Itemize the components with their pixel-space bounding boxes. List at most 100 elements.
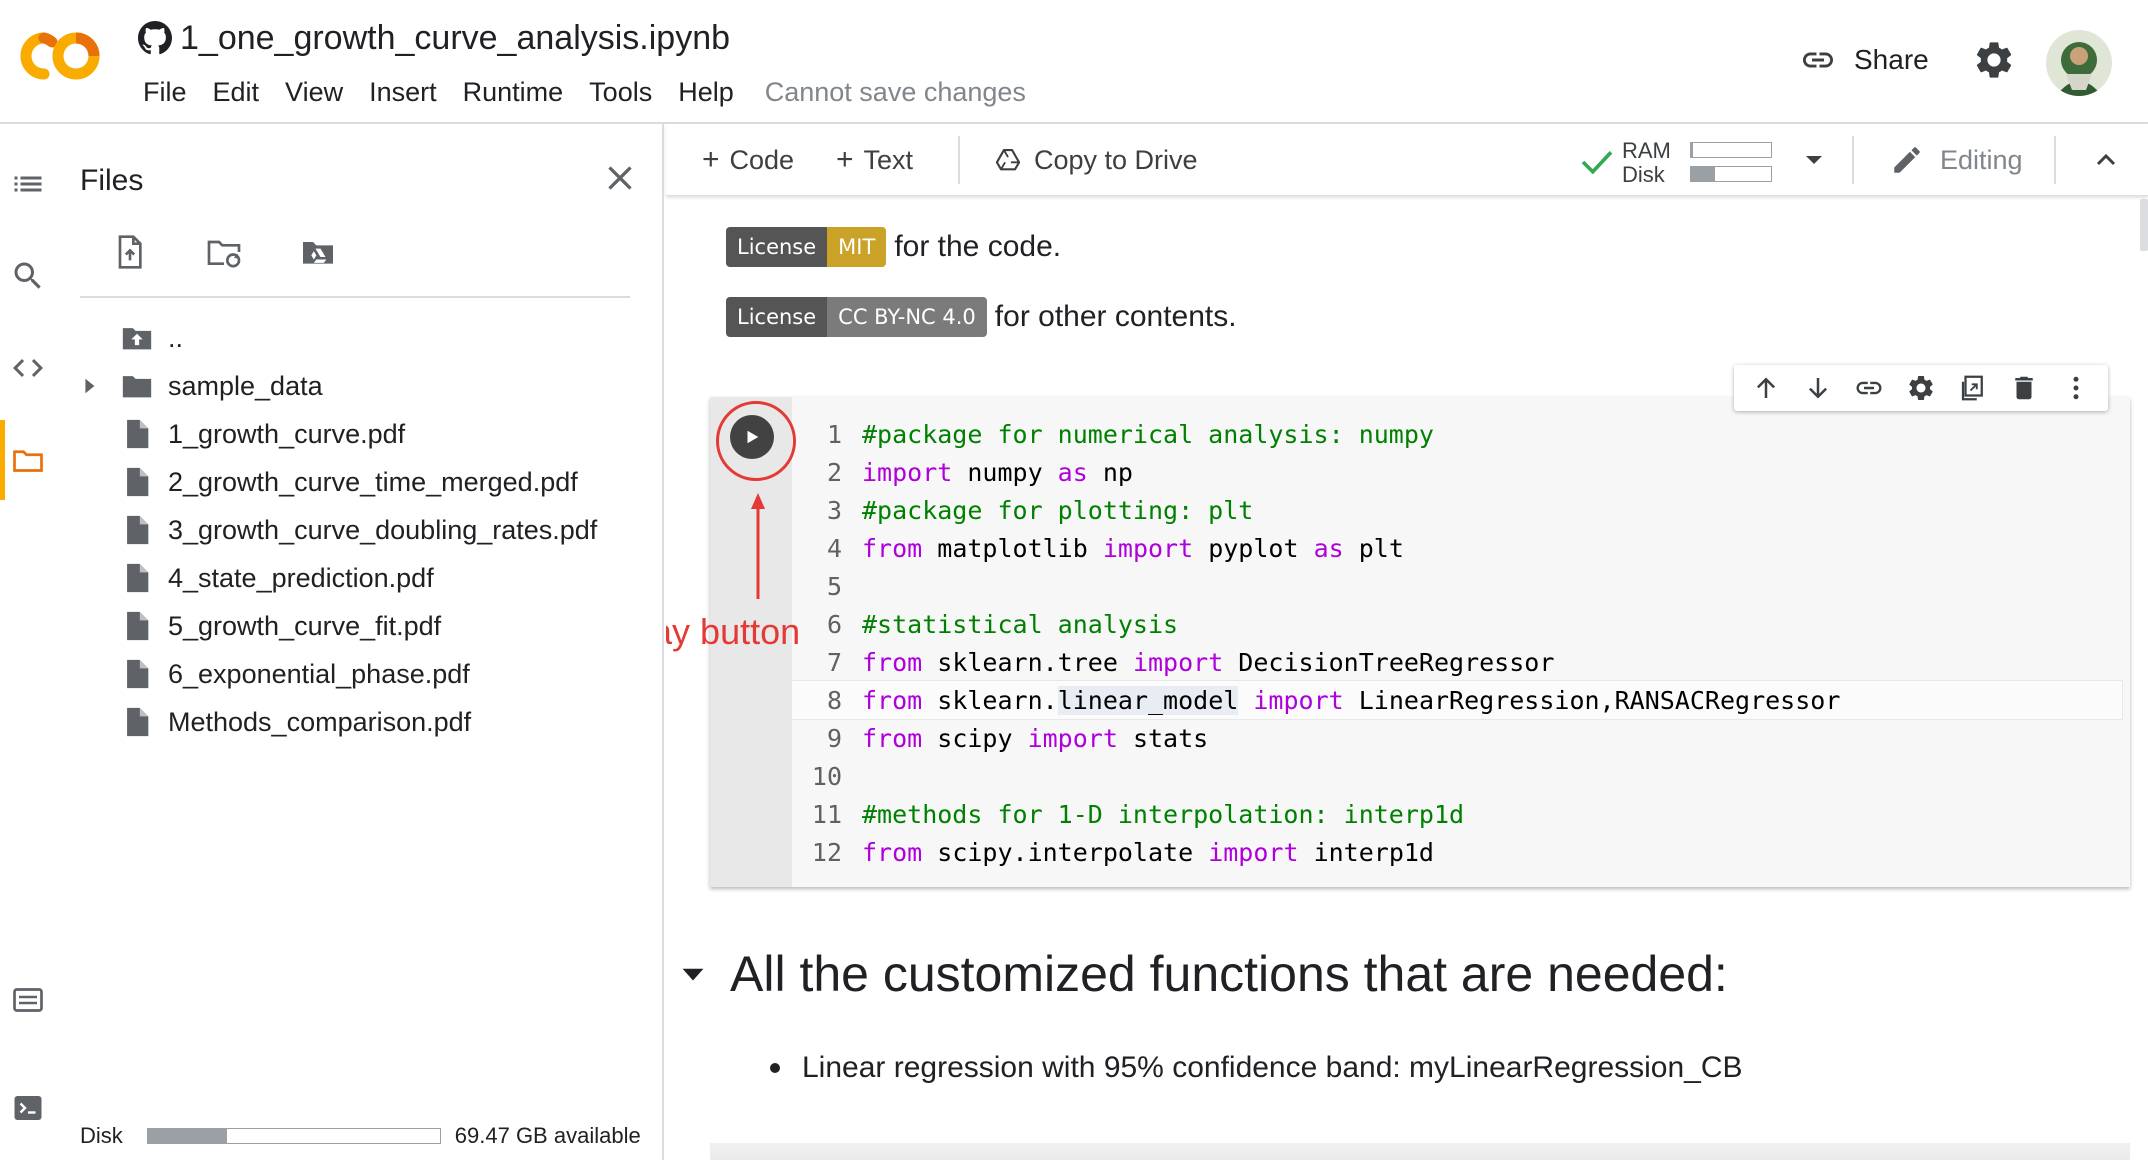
code-token: interp1d: [1298, 837, 1434, 867]
run-cell-button[interactable]: [730, 415, 774, 459]
code-snippets-icon[interactable]: [10, 350, 46, 386]
notebook-content: License MIT for the code. License CC BY-…: [666, 197, 2148, 1160]
add-text-cell-button[interactable]: + Text: [836, 142, 913, 178]
chevron-down-icon[interactable]: [1804, 150, 1824, 170]
upload-file-icon[interactable]: [110, 232, 150, 272]
code-comment: #package for numerical analysis: numpy: [862, 419, 1434, 449]
table-of-contents-icon[interactable]: [10, 166, 46, 202]
code-line[interactable]: 10: [792, 757, 2122, 795]
parent-directory-row[interactable]: ..: [56, 314, 656, 362]
gear-icon[interactable]: [1906, 373, 1936, 403]
code-line[interactable]: 3 #package for plotting: plt: [792, 491, 2122, 529]
add-code-cell-button[interactable]: + Code: [702, 142, 794, 178]
notebook-title[interactable]: 1_one_growth_curve_analysis.ipynb: [180, 19, 730, 58]
command-palette-icon[interactable]: [10, 982, 46, 1018]
add-code-label: Code: [729, 144, 795, 175]
file-tree-item[interactable]: 6_exponential_phase.pdf: [56, 650, 656, 698]
line-number: 3: [826, 495, 842, 525]
code-line[interactable]: 2 import numpy as np: [792, 453, 2122, 491]
license-badge-mit[interactable]: License MIT: [726, 227, 887, 267]
code-keyword: import: [1027, 723, 1118, 753]
code-line[interactable]: 9 from scipy import stats: [792, 719, 2122, 757]
editing-mode-button[interactable]: Editing: [1890, 142, 2023, 178]
app-header: 1_one_growth_curve_analysis.ipynb File E…: [0, 0, 2148, 124]
file-tree-item[interactable]: 2_growth_curve_time_merged.pdf: [56, 458, 656, 506]
code-line[interactable]: 5: [792, 567, 2122, 605]
file-icon: [127, 467, 149, 497]
parent-directory-label: ..: [168, 322, 184, 353]
code-token: np: [1087, 457, 1133, 487]
license-badge-cc[interactable]: License CC BY-NC 4.0: [726, 297, 987, 337]
file-tree-item[interactable]: sample_data: [56, 362, 656, 410]
code-text: from matplotlib import pyplot as plt: [862, 534, 1404, 563]
refresh-folder-icon[interactable]: [204, 232, 244, 272]
arrow-down-icon[interactable]: [1803, 373, 1833, 403]
code-line[interactable]: 7 from sklearn.tree import DecisionTreeRe…: [792, 643, 2122, 681]
file-tree-item[interactable]: 4_state_prediction.pdf: [56, 554, 656, 602]
mirror-cell-icon[interactable]: [1958, 373, 1988, 403]
file-name: 5_growth_curve_fit.pdf: [168, 610, 442, 641]
notebook-toolbar: + Code + Text Copy to Drive RAM Disk Edi…: [666, 124, 2148, 196]
code-keyword: from: [862, 647, 923, 677]
link-icon[interactable]: [1854, 373, 1884, 403]
file-tree-item[interactable]: Methods_comparison.pdf: [56, 698, 656, 746]
code-line[interactable]: 1 #package for numerical analysis: numpy: [792, 415, 2122, 453]
file-name: 2_growth_curve_time_merged.pdf: [168, 466, 578, 497]
line-number: 1: [826, 419, 842, 449]
code-token: scipy: [922, 723, 1028, 753]
list-item-text: Linear regression with 95% confidence ba…: [802, 1051, 1743, 1084]
more-vert-icon[interactable]: [2061, 373, 2091, 403]
code-token: matplotlib: [922, 533, 1103, 563]
arrow-up-icon[interactable]: [1751, 373, 1781, 403]
menu-view[interactable]: View: [272, 72, 356, 112]
line-number: 12: [811, 837, 842, 867]
close-icon[interactable]: [600, 158, 640, 198]
terminal-icon[interactable]: [10, 1090, 46, 1126]
code-keyword: import: [1132, 647, 1224, 677]
folder-icon[interactable]: [10, 442, 46, 478]
copy-to-drive-button[interactable]: Copy to Drive: [994, 142, 1198, 178]
avatar[interactable]: [2046, 30, 2112, 96]
menu-tools[interactable]: Tools: [576, 72, 665, 112]
code-token: sklearn.tree: [922, 647, 1133, 677]
code-line[interactable]: 4 from matplotlib import pyplot as plt: [792, 529, 2122, 567]
menu-help[interactable]: Help: [665, 72, 747, 112]
gear-icon[interactable]: [1972, 38, 2016, 82]
trash-icon[interactable]: [2009, 373, 2039, 403]
code-line[interactable]: 11 #methods for 1-D interpolation: interp…: [792, 795, 2122, 833]
code-cell[interactable]: 1 #package for numerical analysis: numpy 2…: [710, 397, 2130, 887]
menu-edit[interactable]: Edit: [200, 72, 273, 112]
file-tree-item[interactable]: 5_growth_curve_fit.pdf: [56, 602, 656, 650]
code-line[interactable]: 8 from sklearn.linear_model import Linear…: [791, 680, 2123, 720]
code-keyword: from: [862, 685, 923, 715]
file-icon: [127, 659, 149, 689]
chevron-up-icon[interactable]: [2090, 144, 2122, 176]
license-line-content: License CC BY-NC 4.0 for other contents.: [726, 297, 1237, 337]
code-line[interactable]: 12 from scipy.interpolate import interp1d: [792, 833, 2122, 871]
toolbar-separator: [1852, 136, 1854, 184]
code-editor[interactable]: 1 #package for numerical analysis: numpy 2…: [791, 415, 2123, 871]
scrollbar[interactable]: [2140, 199, 2148, 251]
code-keyword: import: [862, 457, 953, 487]
resource-monitor[interactable]: RAM Disk: [1580, 134, 1780, 187]
expand-arrow-icon[interactable]: [80, 377, 98, 395]
code-token: plt: [1343, 533, 1404, 563]
code-token: scipy.interpolate: [922, 837, 1209, 867]
code-text: import numpy as np: [862, 458, 1133, 487]
share-button[interactable]: Share: [1800, 36, 1929, 84]
file-tree-item[interactable]: 3_growth_curve_doubling_rates.pdf: [56, 506, 656, 554]
menu-insert[interactable]: Insert: [356, 72, 450, 112]
search-icon[interactable]: [10, 258, 46, 294]
code-token: stats: [1117, 723, 1209, 753]
code-line[interactable]: 6 #statistical analysis: [792, 605, 2122, 643]
checkmark-icon: [1581, 150, 1613, 175]
collapse-section-icon[interactable]: [680, 961, 706, 987]
line-number: 8: [826, 685, 842, 715]
menu-file[interactable]: File: [130, 72, 200, 112]
colab-logo[interactable]: [14, 28, 104, 84]
menu-runtime[interactable]: Runtime: [450, 72, 577, 112]
line-number: 9: [826, 723, 842, 753]
mount-drive-icon[interactable]: [298, 232, 338, 272]
save-status[interactable]: Cannot save changes: [747, 77, 1026, 108]
file-tree-item[interactable]: 1_growth_curve.pdf: [56, 410, 656, 458]
